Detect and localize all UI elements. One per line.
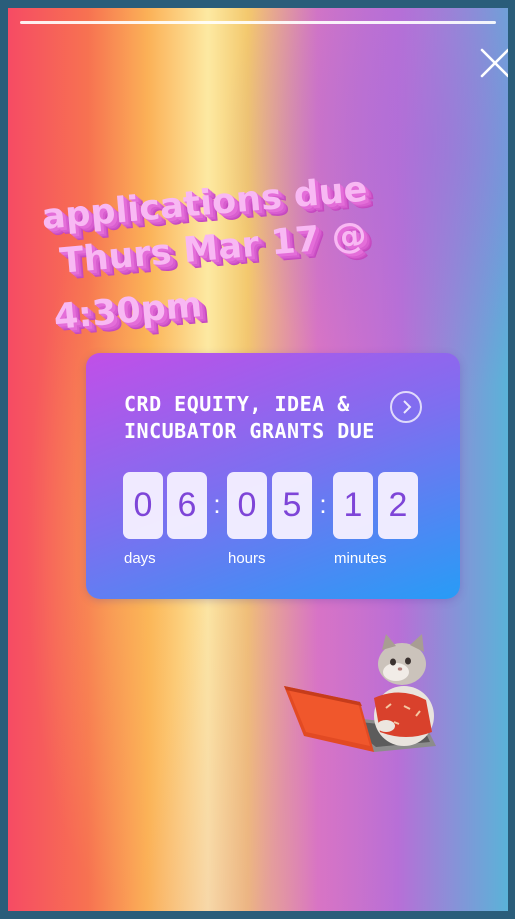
story-progress-bar bbox=[20, 21, 496, 24]
headline-line-3: 4:30pm bbox=[52, 285, 204, 338]
story-background: applications due Thurs Mar 17 @ 4:30pm C… bbox=[8, 8, 508, 911]
hours-ones-digit: 5 bbox=[272, 472, 312, 539]
countdown-details-button[interactable] bbox=[390, 391, 422, 423]
days-tens-digit: 0 bbox=[123, 472, 163, 539]
hours-label: hours bbox=[228, 550, 266, 567]
cat-with-laptop-sticker bbox=[284, 634, 436, 752]
countdown-title: CRD EQUITY, IDEA & INCUBATOR GRANTS DUE bbox=[124, 392, 375, 443]
minutes-ones-digit: 2 bbox=[378, 472, 418, 539]
close-icon bbox=[480, 48, 508, 78]
minutes-tens-digit: 1 bbox=[333, 472, 373, 539]
close-button[interactable] bbox=[478, 46, 508, 80]
days-label: days bbox=[124, 550, 156, 567]
days-ones-digit: 6 bbox=[167, 472, 207, 539]
days-hours-separator: : bbox=[213, 489, 221, 519]
minutes-label: minutes bbox=[334, 550, 387, 567]
chevron-right-icon bbox=[403, 400, 412, 414]
countdown-sticker[interactable]: CRD EQUITY, IDEA & INCUBATOR GRANTS DUE … bbox=[86, 353, 460, 599]
hours-tens-digit: 0 bbox=[227, 472, 267, 539]
hours-minutes-separator: : bbox=[319, 489, 327, 519]
